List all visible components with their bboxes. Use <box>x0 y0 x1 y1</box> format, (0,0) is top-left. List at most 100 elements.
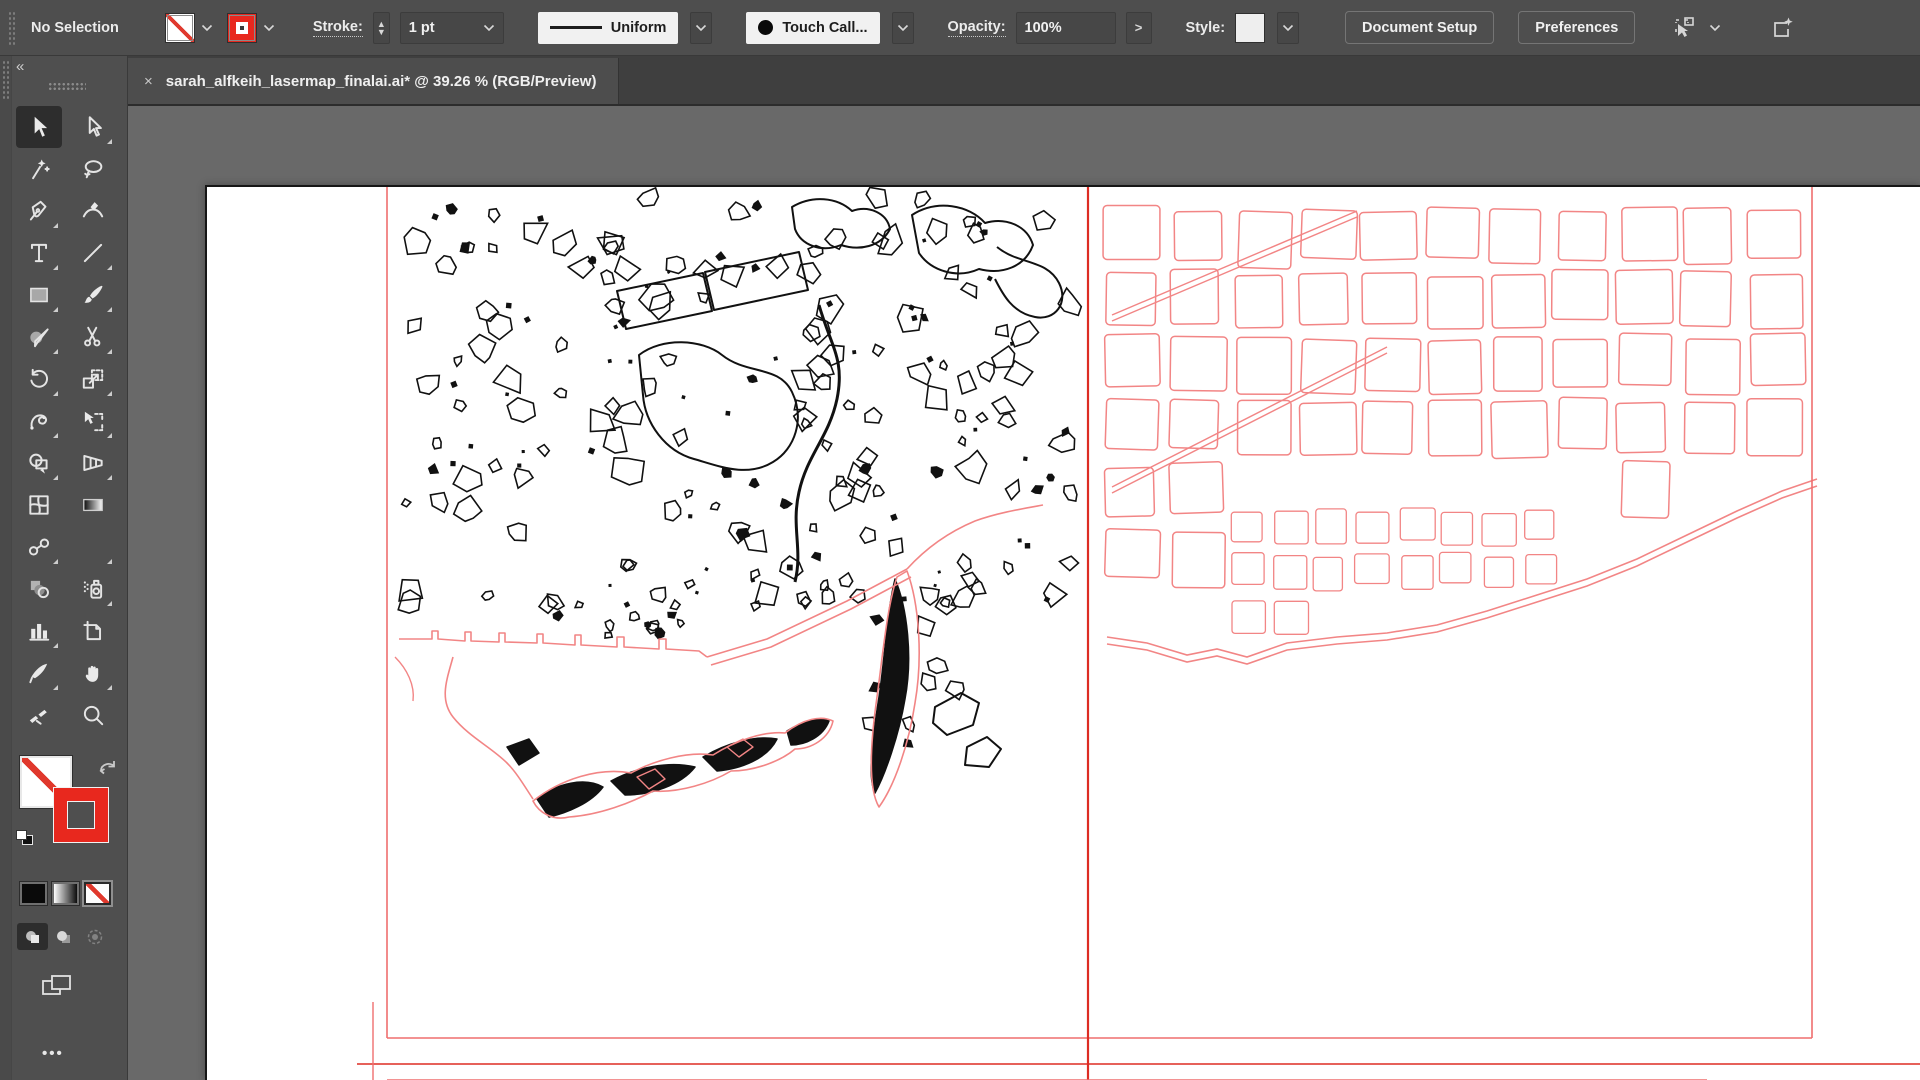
style-dropdown[interactable] <box>1277 12 1299 44</box>
tool-perspective-grid[interactable] <box>70 442 116 484</box>
scale-icon <box>80 366 106 392</box>
swatch-type-buttons <box>20 882 127 905</box>
tool-column-graph[interactable] <box>16 610 62 652</box>
document-tab-bar: × sarah_alfkeih_lasermap_finalai.ai* @ 3… <box>128 56 1920 106</box>
control-bar: No Selection Stroke: ▲▼ 1 pt Uniform <box>0 0 1920 56</box>
width-profile-dropdown[interactable] <box>690 12 712 44</box>
tool-gradient[interactable] <box>70 484 116 526</box>
preferences-button[interactable]: Preferences <box>1518 11 1635 44</box>
screen-mode-icon[interactable] <box>40 972 127 1005</box>
blend-icon <box>26 534 52 560</box>
symbol-shift-icon <box>26 576 52 602</box>
tool-lasso[interactable] <box>70 148 116 190</box>
opacity-input[interactable]: 100% <box>1016 12 1116 44</box>
illustrator-window: No Selection Stroke: ▲▼ 1 pt Uniform <box>0 0 1920 1080</box>
zoom-icon <box>80 702 106 728</box>
stroke-color-swatch[interactable] <box>227 13 257 43</box>
tool-rotate[interactable] <box>16 358 62 400</box>
brush-definition-value: Touch Call... <box>782 20 867 36</box>
tool-direct-selection[interactable] <box>70 106 116 148</box>
column-graph-icon <box>26 618 52 644</box>
tool-artboard[interactable] <box>70 610 116 652</box>
tool-symbol-shift[interactable] <box>16 568 62 610</box>
fill-color-swatch[interactable] <box>165 13 195 43</box>
scissors-icon <box>80 324 106 350</box>
isolate-selection-dropdown[interactable] <box>1709 24 1721 32</box>
tool-grid <box>16 106 120 736</box>
tool-line-segment[interactable] <box>70 232 116 274</box>
toolbar-panel: « <box>0 56 128 1080</box>
close-tab-icon[interactable]: × <box>144 73 153 90</box>
tool-eyedropper[interactable] <box>70 526 116 568</box>
stroke-proxy-swatch[interactable] <box>54 788 108 842</box>
canvas-pasteboard[interactable] <box>128 106 1920 1080</box>
draw-normal-button[interactable] <box>17 923 48 950</box>
lasso-icon <box>80 156 106 182</box>
tool-free-transform[interactable] <box>70 400 116 442</box>
tool-shaper[interactable] <box>16 316 62 358</box>
selection-icon <box>26 114 52 140</box>
collapse-panel-button[interactable]: « <box>16 58 23 75</box>
eyedropper-icon <box>80 534 106 560</box>
default-fill-stroke-icon[interactable] <box>16 830 34 846</box>
tool-magic-wand[interactable] <box>16 148 62 190</box>
tool-symbol-sprayer[interactable] <box>70 568 116 610</box>
brush-definition-select[interactable]: Touch Call... <box>746 12 879 44</box>
none-swatch-button[interactable] <box>84 882 111 905</box>
dock-edge <box>0 56 12 1080</box>
tool-scissors[interactable] <box>70 316 116 358</box>
mesh-icon <box>26 492 52 518</box>
shaper-icon <box>26 324 52 350</box>
stroke-label[interactable]: Stroke: <box>313 19 363 37</box>
gradient-swatch-button[interactable] <box>52 882 79 905</box>
toolbar-grip-icon[interactable] <box>48 82 86 91</box>
artboard[interactable] <box>205 185 1920 1080</box>
tool-type[interactable] <box>16 232 62 274</box>
width-profile-select[interactable]: Uniform <box>538 12 679 44</box>
isolate-selection-icon[interactable] <box>1669 13 1699 43</box>
tool-hand[interactable] <box>70 652 116 694</box>
tool-rotate-view[interactable] <box>16 694 62 736</box>
opacity-more-button[interactable]: > <box>1126 12 1152 44</box>
tool-slice[interactable] <box>16 652 62 694</box>
puppet-warp-icon <box>26 408 52 434</box>
line-segment-icon <box>80 240 106 266</box>
tool-mesh[interactable] <box>16 484 62 526</box>
perspective-grid-icon <box>80 450 106 476</box>
brush-definition-dropdown[interactable] <box>892 12 914 44</box>
slice-icon <box>26 660 52 686</box>
artboard-icon <box>80 618 106 644</box>
curvature-icon <box>80 198 106 224</box>
brush-dot-icon <box>758 20 773 35</box>
document-setup-button[interactable]: Document Setup <box>1345 11 1494 44</box>
tool-rectangle[interactable] <box>16 274 62 316</box>
edit-toolbar-button[interactable]: ••• <box>42 1045 127 1062</box>
stroke-weight-stepper[interactable]: ▲▼ <box>373 12 390 44</box>
rotate-view-icon <box>26 702 52 728</box>
opacity-label[interactable]: Opacity: <box>948 19 1006 37</box>
stroke-weight-select[interactable]: 1 pt <box>400 12 504 44</box>
tool-curvature[interactable] <box>70 190 116 232</box>
tool-selection[interactable] <box>16 106 62 148</box>
paintbrush-icon <box>80 282 106 308</box>
rotate-icon <box>26 366 52 392</box>
tool-pen[interactable] <box>16 190 62 232</box>
tool-zoom[interactable] <box>70 694 116 736</box>
color-swatch-button[interactable] <box>20 882 47 905</box>
tool-paintbrush[interactable] <box>70 274 116 316</box>
gradient-icon <box>80 492 106 518</box>
draw-inside-button[interactable] <box>79 923 110 950</box>
style-swatch[interactable] <box>1235 13 1265 43</box>
draw-behind-button[interactable] <box>48 923 79 950</box>
fill-color-dropdown[interactable] <box>197 13 217 43</box>
tool-scale[interactable] <box>70 358 116 400</box>
tool-blend[interactable] <box>16 526 62 568</box>
panel-grip-icon[interactable] <box>8 11 15 45</box>
hand-icon <box>80 660 106 686</box>
tool-shape-builder[interactable] <box>16 442 62 484</box>
document-tab[interactable]: × sarah_alfkeih_lasermap_finalai.ai* @ 3… <box>128 58 619 104</box>
share-document-icon[interactable] <box>1767 13 1797 43</box>
swap-fill-stroke-icon[interactable] <box>98 758 118 781</box>
tool-puppet-warp[interactable] <box>16 400 62 442</box>
stroke-color-dropdown[interactable] <box>259 13 279 43</box>
